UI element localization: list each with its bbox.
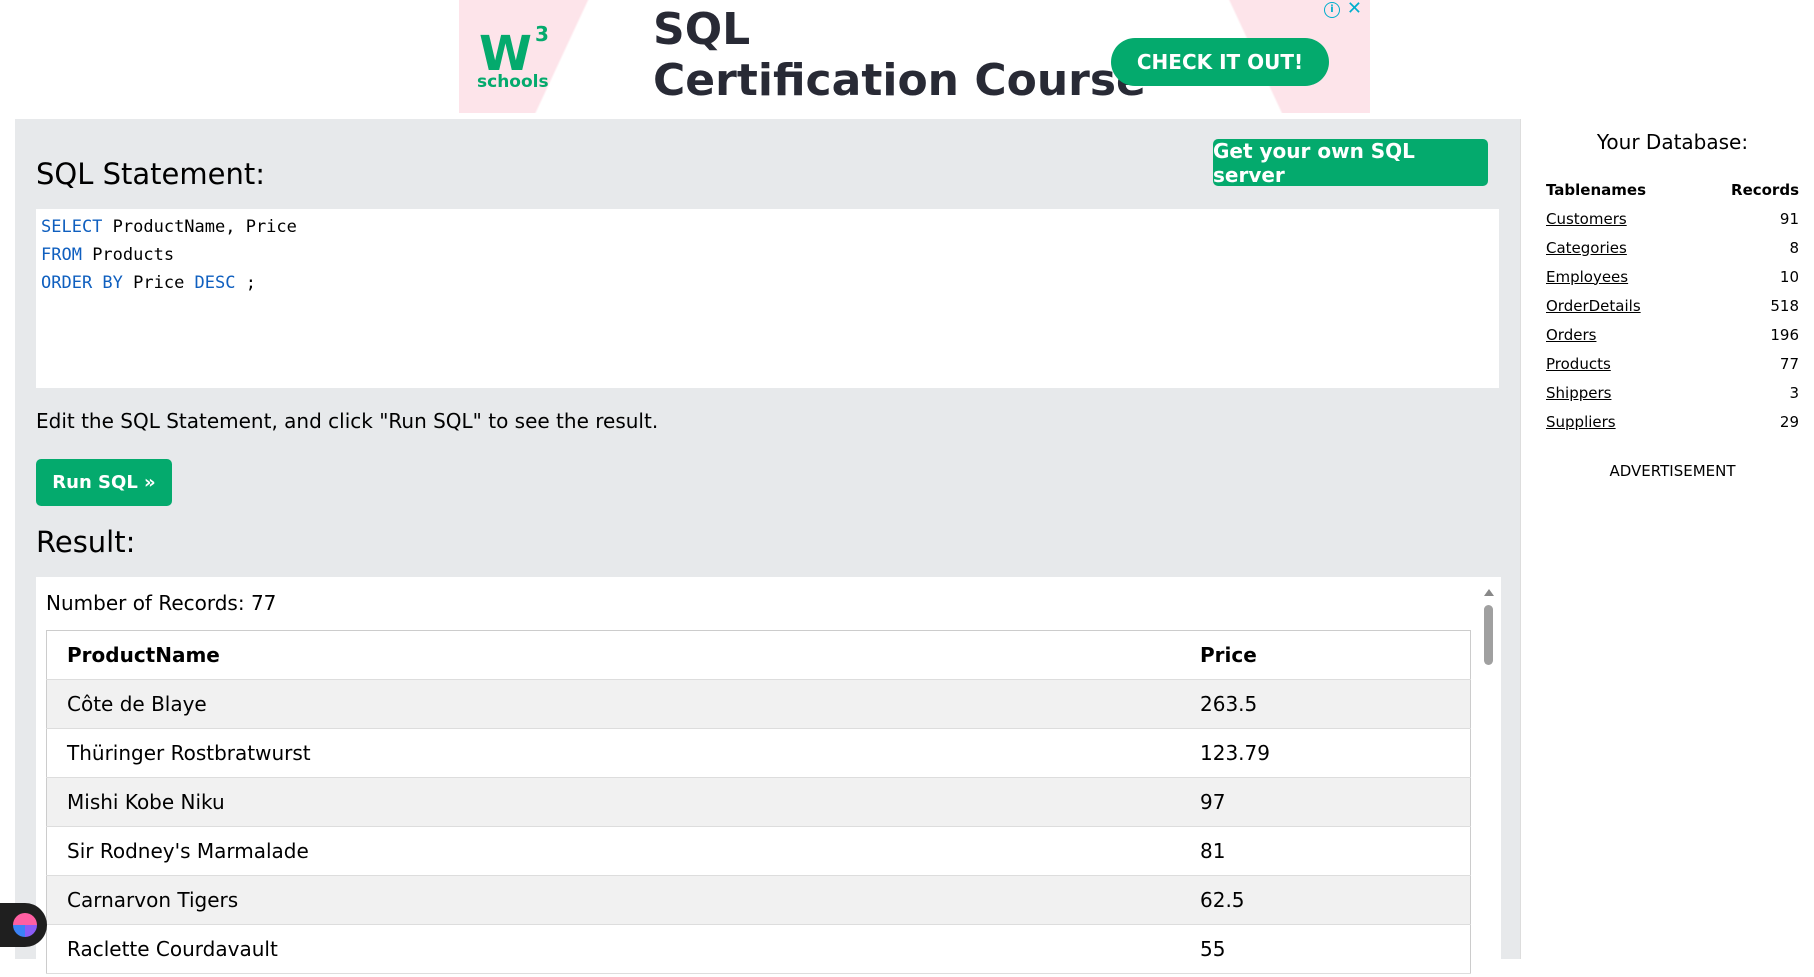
db-row: Shippers 3 (1545, 378, 1800, 407)
ad-title: SQL Certification Course (653, 4, 1146, 106)
table-link-products[interactable]: Products (1545, 349, 1696, 378)
result-scrollbar[interactable] (1483, 589, 1495, 689)
run-sql-button[interactable]: Run SQL » (36, 459, 172, 506)
price-cell: 97 (1180, 777, 1471, 827)
ad-title-line2: Certification Course (653, 55, 1146, 106)
result-table: ProductName Price Côte de Blaye 263.5 Th… (46, 630, 1471, 974)
sql-statement-heading: SQL Statement: (36, 157, 265, 191)
price-cell: 81 (1180, 826, 1471, 876)
record-count: 8 (1789, 238, 1799, 257)
advertisement-label: ADVERTISEMENT (1609, 462, 1736, 480)
instructions-text: Edit the SQL Statement, and click "Run S… (36, 409, 659, 433)
get-own-sql-server-button[interactable]: Get your own SQL server (1213, 139, 1488, 187)
info-icon[interactable]: i (1324, 2, 1340, 18)
table-row: Raclette Courdavault 55 (46, 924, 1471, 974)
column-header: Price (1180, 630, 1471, 680)
sql-panel: SQL Statement: Get your own SQL server S… (15, 119, 1521, 977)
db-header-row: Tablenames Records (1545, 176, 1800, 204)
query-line-3: ORDER BY Price DESC ; (36, 269, 1499, 297)
db-row: Customers 91 (1545, 204, 1800, 233)
db-row: OrderDetails 518 (1545, 291, 1800, 320)
logo-superscript: 3 (535, 22, 549, 46)
result-box[interactable]: Number of Records: 77 ProductName Price … (36, 577, 1501, 977)
extension-badge[interactable] (0, 903, 47, 947)
table-link-customers[interactable]: Customers (1545, 204, 1696, 233)
ad-banner[interactable]: W 3 schools SQL Certification Course CHE… (459, 0, 1370, 113)
sql-text: ; (235, 273, 256, 293)
sql-keyword: FROM (41, 245, 82, 265)
result-heading: Result: (36, 525, 136, 559)
table-row: Sir Rodney's Marmalade 81 (46, 826, 1471, 876)
table-row: Mishi Kobe Niku 97 (46, 777, 1471, 827)
product-name-cell: Raclette Courdavault (46, 924, 1180, 974)
product-name-cell: Côte de Blaye (46, 679, 1180, 729)
product-name-cell: Mishi Kobe Niku (46, 777, 1180, 827)
product-name-cell: Sir Rodney's Marmalade (46, 826, 1180, 876)
table-row: Côte de Blaye 263.5 (46, 679, 1471, 729)
db-row: Orders 196 (1545, 320, 1800, 349)
ad-cta-button[interactable]: CHECK IT OUT! (1111, 38, 1329, 86)
brain-icon (12, 913, 37, 937)
database-title: Your Database: (1596, 130, 1749, 154)
record-count: 77 (1779, 354, 1799, 373)
records-count: Number of Records: 77 (46, 591, 277, 615)
record-count: 10 (1779, 267, 1799, 286)
ad-title-line1: SQL (653, 4, 751, 55)
records-header: Records (1731, 181, 1799, 199)
record-count: 91 (1779, 209, 1799, 228)
record-count: 3 (1789, 383, 1799, 402)
sql-keyword: ORDER BY (41, 273, 123, 293)
table-header-row: ProductName Price (46, 630, 1471, 680)
column-header: ProductName (46, 630, 1180, 680)
sql-text: Price (122, 273, 195, 293)
sql-keyword: DESC (194, 273, 236, 293)
product-name-cell: Carnarvon Tigers (46, 875, 1180, 925)
table-row: Carnarvon Tigers 62.5 (46, 875, 1471, 925)
db-row: Suppliers 29 (1545, 407, 1800, 436)
table-row: Thüringer Rostbratwurst 123.79 (46, 728, 1471, 778)
db-row: Employees 10 (1545, 262, 1800, 291)
price-cell: 263.5 (1180, 679, 1471, 729)
query-line-1: SELECT ProductName, Price (36, 213, 1499, 241)
scroll-up-arrow-icon[interactable] (1484, 589, 1494, 596)
record-count: 518 (1770, 296, 1799, 315)
table-link-employees[interactable]: Employees (1545, 262, 1696, 291)
sql-text: Products (81, 245, 175, 265)
db-row: Categories 8 (1545, 233, 1800, 262)
table-link-orderdetails[interactable]: OrderDetails (1545, 291, 1696, 320)
price-cell: 62.5 (1180, 875, 1471, 925)
tablenames-header: Tablenames (1546, 181, 1647, 199)
table-link-categories[interactable]: Categories (1545, 233, 1696, 262)
w3schools-logo: W 3 schools (477, 20, 557, 95)
sql-editor[interactable]: SELECT ProductName, Price FROM Products … (36, 209, 1499, 388)
sql-keyword: SELECT (41, 217, 103, 237)
table-link-suppliers[interactable]: Suppliers (1545, 407, 1696, 436)
close-icon[interactable]: ✕ (1347, 0, 1362, 18)
logo-subtitle: schools (477, 72, 549, 92)
database-sidebar: Your Database: Tablenames Records Custom… (1545, 130, 1800, 480)
record-count: 29 (1779, 412, 1799, 431)
database-table: Tablenames Records Customers 91 Categori… (1545, 176, 1800, 436)
query-line-2: FROM Products (36, 241, 1499, 269)
scroll-thumb[interactable] (1484, 605, 1493, 665)
product-name-cell: Thüringer Rostbratwurst (46, 728, 1180, 778)
db-row: Products 77 (1545, 349, 1800, 378)
table-link-shippers[interactable]: Shippers (1545, 378, 1696, 407)
price-cell: 123.79 (1180, 728, 1471, 778)
record-count: 196 (1770, 325, 1799, 344)
table-link-orders[interactable]: Orders (1545, 320, 1696, 349)
sql-text: ProductName, Price (102, 217, 297, 237)
price-cell: 55 (1180, 924, 1471, 974)
